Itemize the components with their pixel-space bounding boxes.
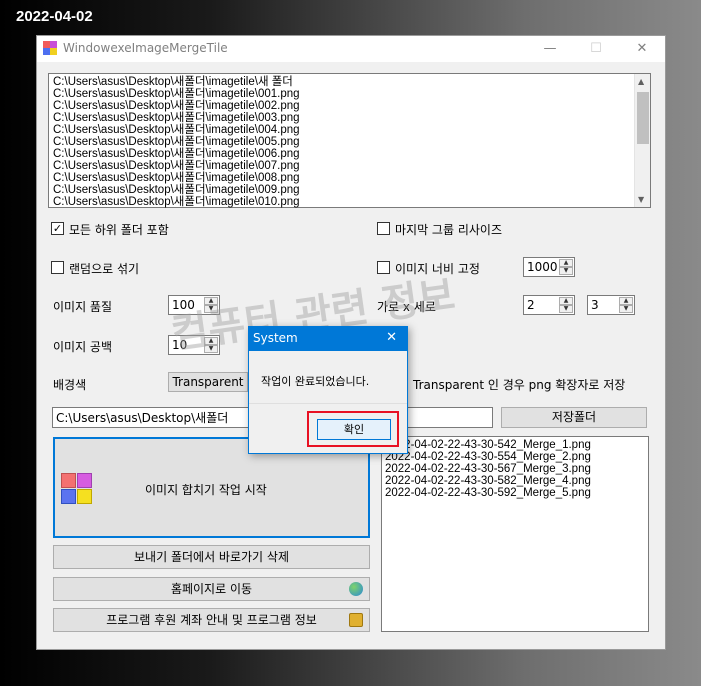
transparent-note: Transparent 인 경우 png 확장자로 저장 [413,378,626,392]
resize-last-group-label: 마지막 그룹 리사이즈 [395,223,502,237]
list-item[interactable]: C:\Users\asus\Desktop\새폴더\imagetile\004.… [53,124,300,136]
list-item[interactable]: C:\Users\asus\Desktop\새폴더\imagetile\새 폴더 [53,76,300,88]
date-overlay: 2022-04-02 [16,8,93,25]
donation-info-label: 프로그램 후원 계좌 안내 및 프로그램 정보 [106,613,317,627]
bg-color-label: 배경색 [53,378,87,392]
app-icon [43,41,57,55]
fixed-width-value: 1000 [527,260,558,274]
close-button[interactable]: ✕ [619,36,665,62]
stepper-down-icon[interactable]: ▼ [619,305,633,313]
list-item[interactable]: C:\Users\asus\Desktop\새폴더\imagetile\010.… [53,196,300,208]
list-item[interactable]: 2022-04-02-22-43-30-582_Merge_4.png [385,475,591,487]
spacing-label: 이미지 공백 [53,340,113,354]
list-item[interactable]: 2022-04-02-22-43-30-592_Merge_5.png [385,487,591,499]
dialog-close-icon[interactable]: ✕ [386,330,397,345]
maximize-button[interactable]: ☐ [573,36,619,62]
dialog-title-bar: System ✕ [249,327,407,351]
scroll-thumb[interactable] [637,92,649,144]
cols-stepper[interactable]: 2 ▲ ▼ [523,295,575,315]
ok-button[interactable]: 확인 [317,419,391,440]
shuffle-random-label: 랜덤으로 섞기 [69,262,140,276]
quality-label: 이미지 품질 [53,300,113,314]
bg-color-button[interactable]: Transparent [168,372,248,392]
list-item[interactable]: C:\Users\asus\Desktop\새폴더\imagetile\006.… [53,148,300,160]
title-bar: WindowexeImageMergeTile — ☐ ✕ [37,36,665,62]
resize-last-group-checkbox[interactable] [377,222,390,235]
coins-icon [349,613,363,627]
rows-stepper[interactable]: 3 ▲ ▼ [587,295,635,315]
list-item[interactable]: C:\Users\asus\Desktop\새폴더\imagetile\009.… [53,184,300,196]
file-list-scrollbar[interactable]: ▲ ▼ [634,74,650,207]
list-item[interactable]: C:\Users\asus\Desktop\새폴더\imagetile\003.… [53,112,300,124]
list-item[interactable]: C:\Users\asus\Desktop\새폴더\imagetile\001.… [53,88,300,100]
dialog-message: 작업이 완료되었습니다. [261,375,370,388]
rows-value: 3 [591,298,599,312]
include-subfolders-label: 모든 하위 폴더 포함 [69,223,169,237]
list-item[interactable]: 2022-04-02-22-43-30-554_Merge_2.png [385,451,591,463]
merge-tiles-icon [61,473,93,505]
stepper-up-icon[interactable]: ▲ [619,297,633,305]
system-dialog: System ✕ 작업이 완료되었습니다. 확인 [248,326,408,454]
donation-info-button[interactable]: 프로그램 후원 계좌 안내 및 프로그램 정보 [53,608,370,632]
include-subfolders-checkbox[interactable]: ✓ [51,222,64,235]
output-file-list[interactable]: 2022-04-02-22-43-30-542_Merge_1.png 2022-… [381,436,649,632]
list-item[interactable]: C:\Users\asus\Desktop\새폴더\imagetile\007.… [53,160,300,172]
shuffle-random-checkbox[interactable] [51,261,64,274]
scroll-down-icon[interactable]: ▼ [638,195,644,204]
list-item[interactable]: C:\Users\asus\Desktop\새폴더\imagetile\002.… [53,100,300,112]
delete-shortcut-button[interactable]: 보내기 폴더에서 바로가기 삭제 [53,545,370,569]
file-list[interactable]: C:\Users\asus\Desktop\새폴더\imagetile\새 폴더… [48,73,651,208]
stepper-up-icon[interactable]: ▲ [559,297,573,305]
fixed-width-stepper[interactable]: 1000 ▲ ▼ [523,257,575,277]
list-item[interactable]: 2022-04-02-22-43-30-542_Merge_1.png [385,439,591,451]
window-title: WindowexeImageMergeTile [63,41,228,55]
globe-icon [349,582,363,596]
save-folder-button[interactable]: 저장폴더 [501,407,647,428]
file-list-rows: C:\Users\asus\Desktop\새폴더\imagetile\새 폴더… [53,76,300,208]
stepper-down-icon[interactable]: ▼ [559,267,573,275]
stepper-up-icon[interactable]: ▲ [559,259,573,267]
start-merge-label: 이미지 합치기 작업 시작 [145,483,267,497]
output-file-rows: 2022-04-02-22-43-30-542_Merge_1.png 2022-… [385,439,591,499]
homepage-label: 홈페이지로 이동 [170,582,253,596]
homepage-button[interactable]: 홈페이지로 이동 [53,577,370,601]
stepper-down-icon[interactable]: ▼ [559,305,573,313]
list-item[interactable]: C:\Users\asus\Desktop\새폴더\imagetile\005.… [53,136,300,148]
minimize-button[interactable]: — [527,36,573,62]
list-item[interactable]: 2022-04-02-22-43-30-567_Merge_3.png [385,463,591,475]
cols-value: 2 [527,298,535,312]
scroll-up-icon[interactable]: ▲ [638,77,644,86]
dialog-title: System [253,331,298,345]
list-item[interactable]: C:\Users\asus\Desktop\새폴더\imagetile\008.… [53,172,300,184]
